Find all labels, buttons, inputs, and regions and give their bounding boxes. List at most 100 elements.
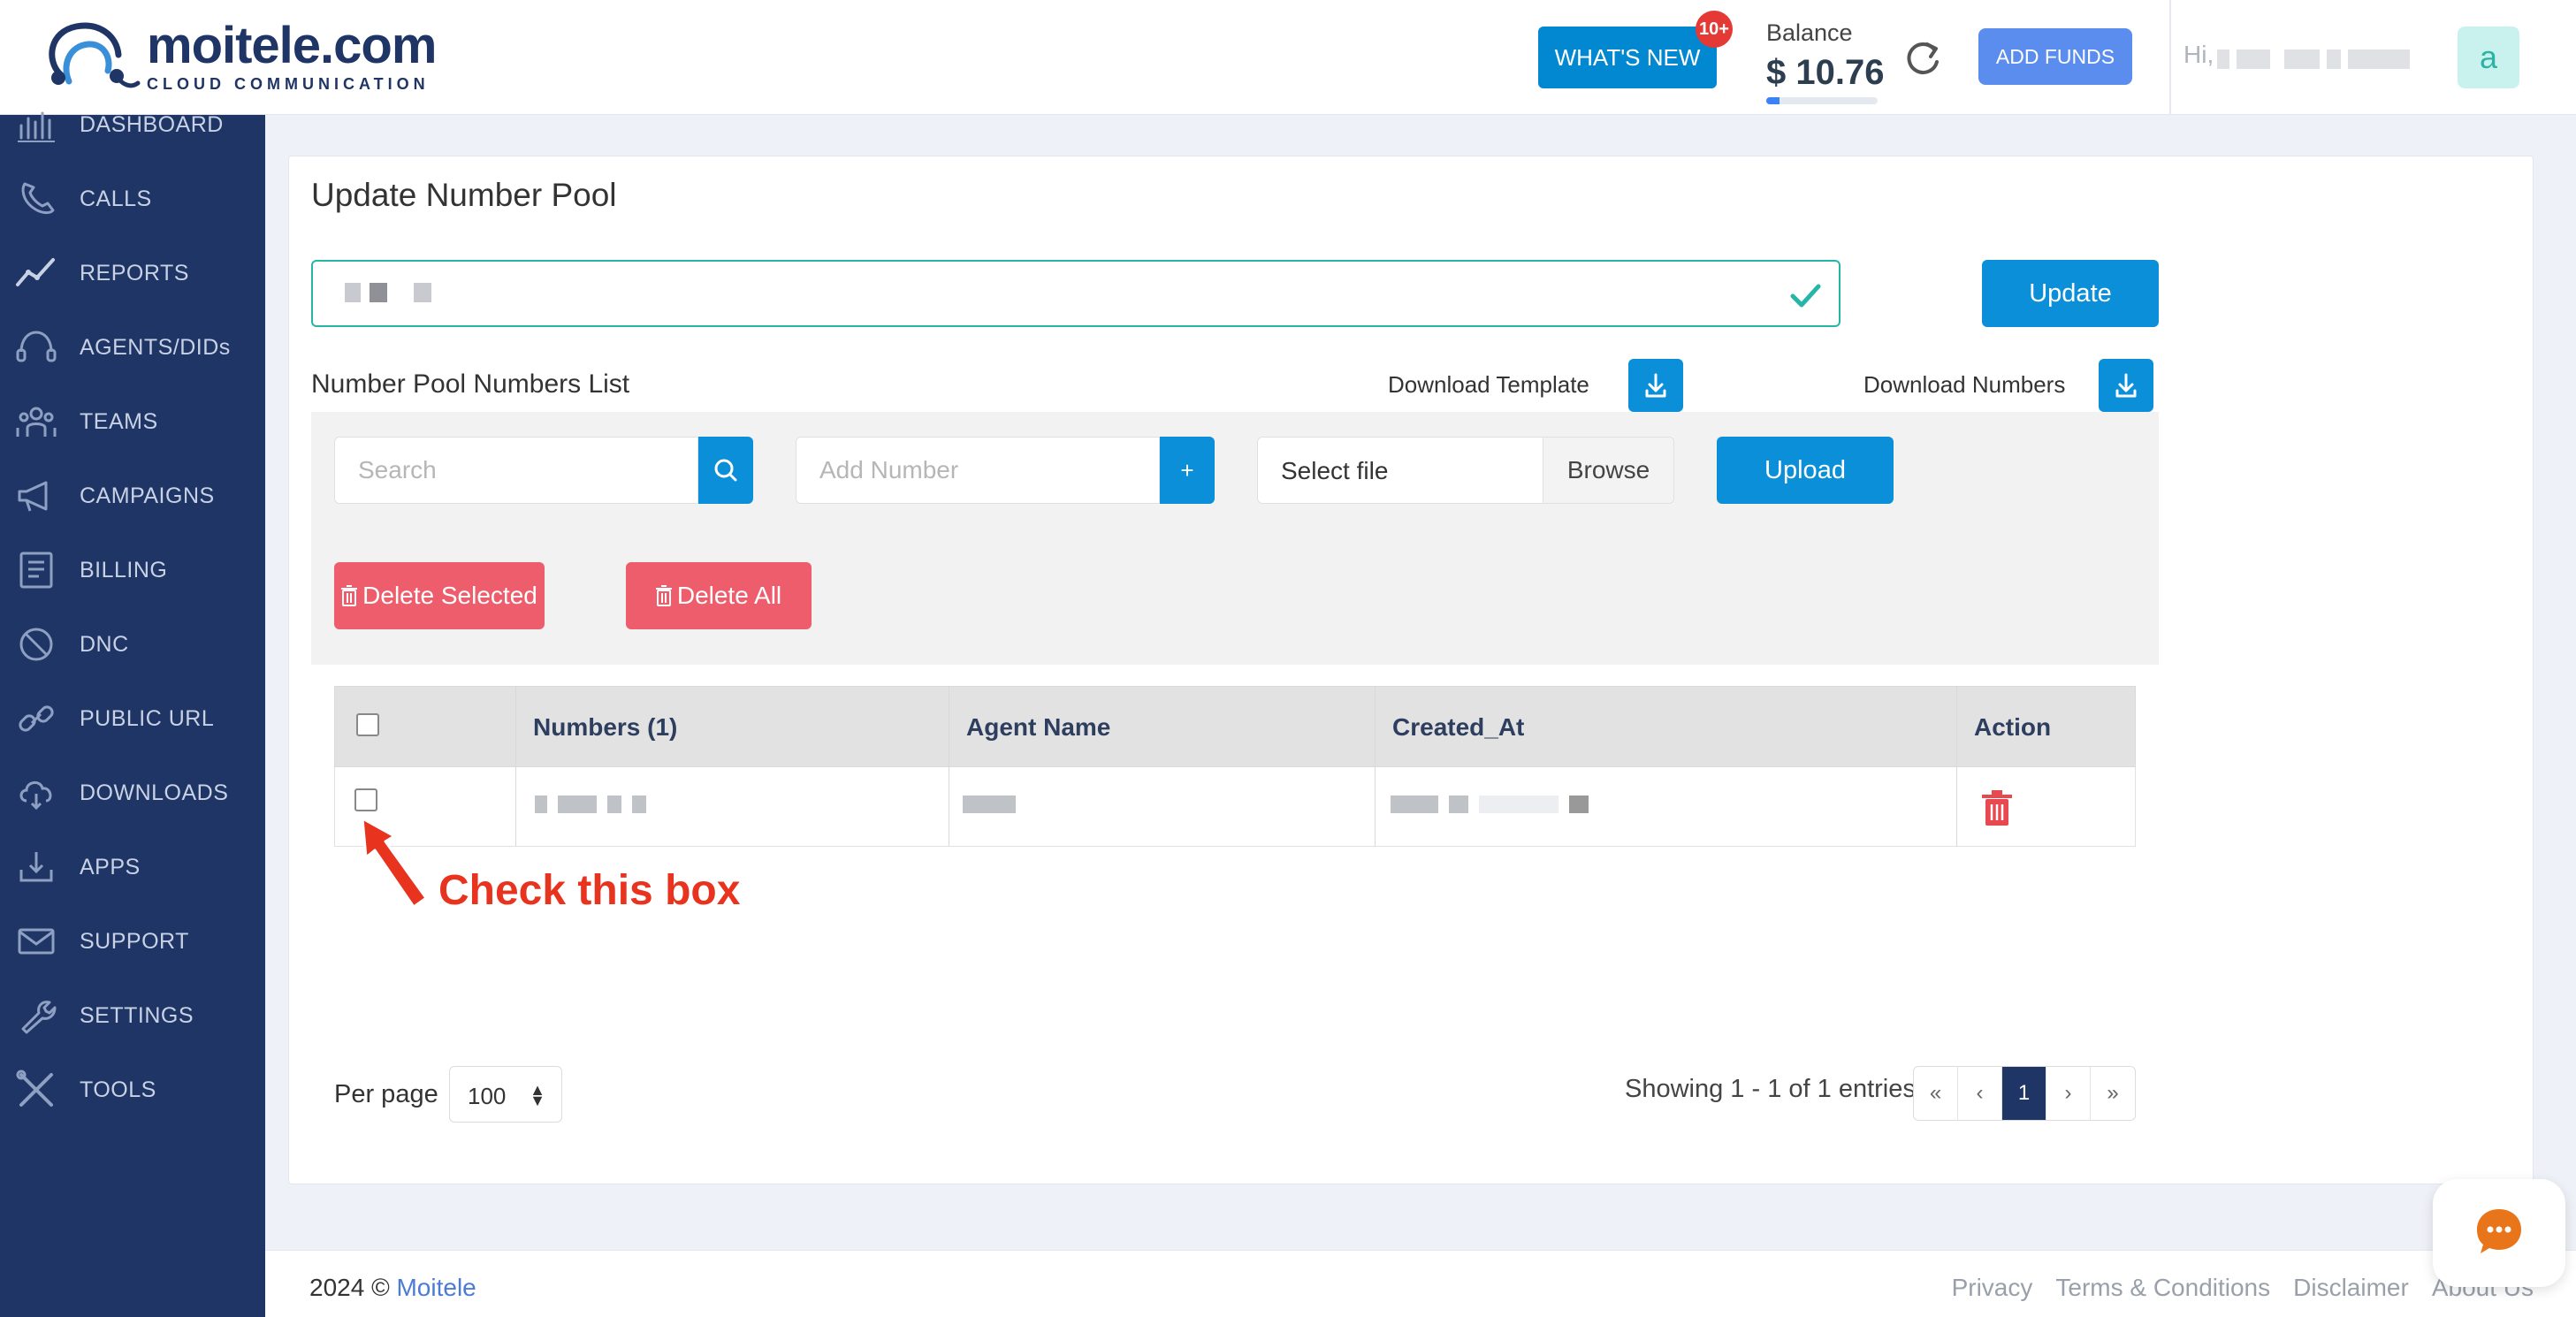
trend-line-icon [16,258,55,286]
header-divider [2169,0,2171,115]
download-template-button[interactable] [1628,359,1683,412]
page-next[interactable]: › [2046,1067,2091,1120]
delete-row-trash-icon[interactable] [1979,788,2015,827]
user-avatar[interactable]: a [2458,27,2519,88]
select-all-checkbox[interactable] [356,713,379,736]
column-header-numbers[interactable]: Numbers (1) [533,713,677,742]
column-header-agent-name[interactable]: Agent Name [966,713,1110,742]
delete-selected-button[interactable]: Delete Selected [334,562,545,629]
footer: 2024 © Moitele Privacy Terms & Condition… [265,1250,2576,1317]
agent-name-cell-redacted [963,796,1016,813]
sidebar-item-public-url[interactable]: PUBLIC URL [0,681,265,756]
sidebar-item-label: APPS [80,854,141,879]
delete-all-button[interactable]: Delete All [626,562,812,629]
sidebar-item-calls[interactable]: CALLS [0,162,265,236]
annotation-arrow-icon [361,817,428,909]
search-input[interactable] [334,437,698,504]
balance-progress-fill [1766,97,1780,104]
number-cell-redacted [535,796,646,813]
page-first[interactable]: « [1914,1067,1958,1120]
sidebar-item-campaigns[interactable]: CAMPAIGNS [0,459,265,533]
refresh-icon[interactable] [1901,35,1945,80]
user-name-redacted [2217,49,2410,69]
block-icon [19,628,53,661]
top-header: moitele.com CLOUD COMMUNICATION WHAT'S N… [0,0,2576,115]
file-picker[interactable]: Select file Browse [1257,437,1674,504]
sidebar-nav: DASHBOARD CALLS REPORTS AGENTS/DIDs TEAMS CAM… [0,111,265,1317]
copyright: 2024 © Moitele [309,1274,476,1302]
delete-selected-label: Delete Selected [362,582,537,609]
sort-caret-icon: ▲ ▼ [530,1081,545,1109]
upload-button[interactable]: Upload [1717,437,1894,504]
sidebar-item-agents-dids[interactable]: AGENTS/DIDs [0,310,265,384]
sidebar-item-reports[interactable]: REPORTS [0,236,265,310]
sidebar-item-apps[interactable]: APPS [0,830,265,904]
logo-headset-icon [49,22,141,88]
phone-icon [21,182,55,215]
page-prev[interactable]: ‹ [1958,1067,2002,1120]
wrench-icon [21,1001,57,1034]
whats-new-button[interactable]: WHAT'S NEW [1538,27,1717,88]
brand-link[interactable]: Moitele [396,1274,476,1301]
copyright-text: 2024 © [309,1274,390,1301]
delete-all-label: Delete All [676,582,782,609]
sidebar-item-settings[interactable]: SETTINGS [0,978,265,1053]
footer-link-terms[interactable]: Terms & Conditions [2055,1274,2270,1302]
sidebar-item-billing[interactable]: BILLING [0,533,265,607]
sidebar-item-label: SETTINGS [80,1002,194,1028]
download-tray-icon [19,852,53,882]
sidebar-item-label: REPORTS [80,260,189,285]
browse-button[interactable]: Browse [1543,438,1673,503]
user-greeting: Hi, [2184,41,2214,68]
download-template-label: Download Template [1388,371,1589,398]
row-select-checkbox[interactable] [354,788,377,811]
table-row [334,767,2136,847]
add-number-input[interactable] [796,437,1160,504]
per-page-value: 100 [468,1083,507,1109]
pool-name-redacted [345,283,431,302]
balance-label: Balance [1766,19,1853,46]
sidebar-item-label: TEAMS [80,408,158,434]
add-funds-button[interactable]: ADD FUNDS [1978,28,2132,85]
sidebar-item-downloads[interactable]: DOWNLOADS [0,756,265,830]
search-button[interactable] [698,437,753,504]
pool-name-field[interactable] [311,260,1841,327]
download-numbers-button[interactable] [2099,359,2153,412]
sidebar-item-dnc[interactable]: DNC [0,607,265,681]
trash-icon [655,585,672,606]
brand-logo[interactable]: moitele.com CLOUD COMMUNICATION [42,16,437,94]
per-page-select[interactable]: 100 ▲ ▼ [449,1066,562,1123]
brand-name: moitele.com [147,16,437,74]
chat-button[interactable] [2433,1179,2565,1287]
entries-summary: Showing 1 - 1 of 1 entries [1625,1075,1916,1103]
cloud-download-icon [19,781,52,811]
update-button[interactable]: Update [1982,260,2159,327]
per-page-label: Per page [334,1080,438,1108]
sidebar-item-label: DNC [80,631,129,657]
page-current[interactable]: 1 [2002,1067,2046,1120]
sidebar-item-teams[interactable]: TEAMS [0,384,265,459]
headset-icon [16,331,57,362]
column-header-created-at[interactable]: Created_At [1392,713,1524,742]
footer-link-privacy[interactable]: Privacy [1952,1274,2033,1302]
footer-link-disclaimer[interactable]: Disclaimer [2293,1274,2409,1302]
sidebar-item-tools[interactable]: TOOLS [0,1053,265,1127]
page-last[interactable]: » [2091,1067,2135,1120]
balance-progress-bar [1766,97,1878,104]
download-icon [1645,373,1666,398]
created-at-cell-redacted [1391,796,1589,813]
tools-icon [16,1070,53,1107]
add-number-button[interactable]: + [1160,437,1215,504]
sidebar-item-support[interactable]: SUPPORT [0,904,265,978]
sidebar-item-label: DOWNLOADS [80,780,229,805]
chat-bubble-icon [2477,1209,2521,1253]
column-header-action: Action [1974,713,2052,741]
download-icon [2115,373,2137,398]
search-icon [714,459,737,482]
sidebar-item-label: CAMPAIGNS [80,483,215,508]
pagination: « ‹ 1 › » [1913,1066,2136,1121]
mail-icon [18,928,55,955]
chart-bars-icon [18,111,55,142]
sidebar-item-label: DASHBOARD [80,111,224,137]
sidebar-item-dashboard[interactable]: DASHBOARD [0,88,265,162]
